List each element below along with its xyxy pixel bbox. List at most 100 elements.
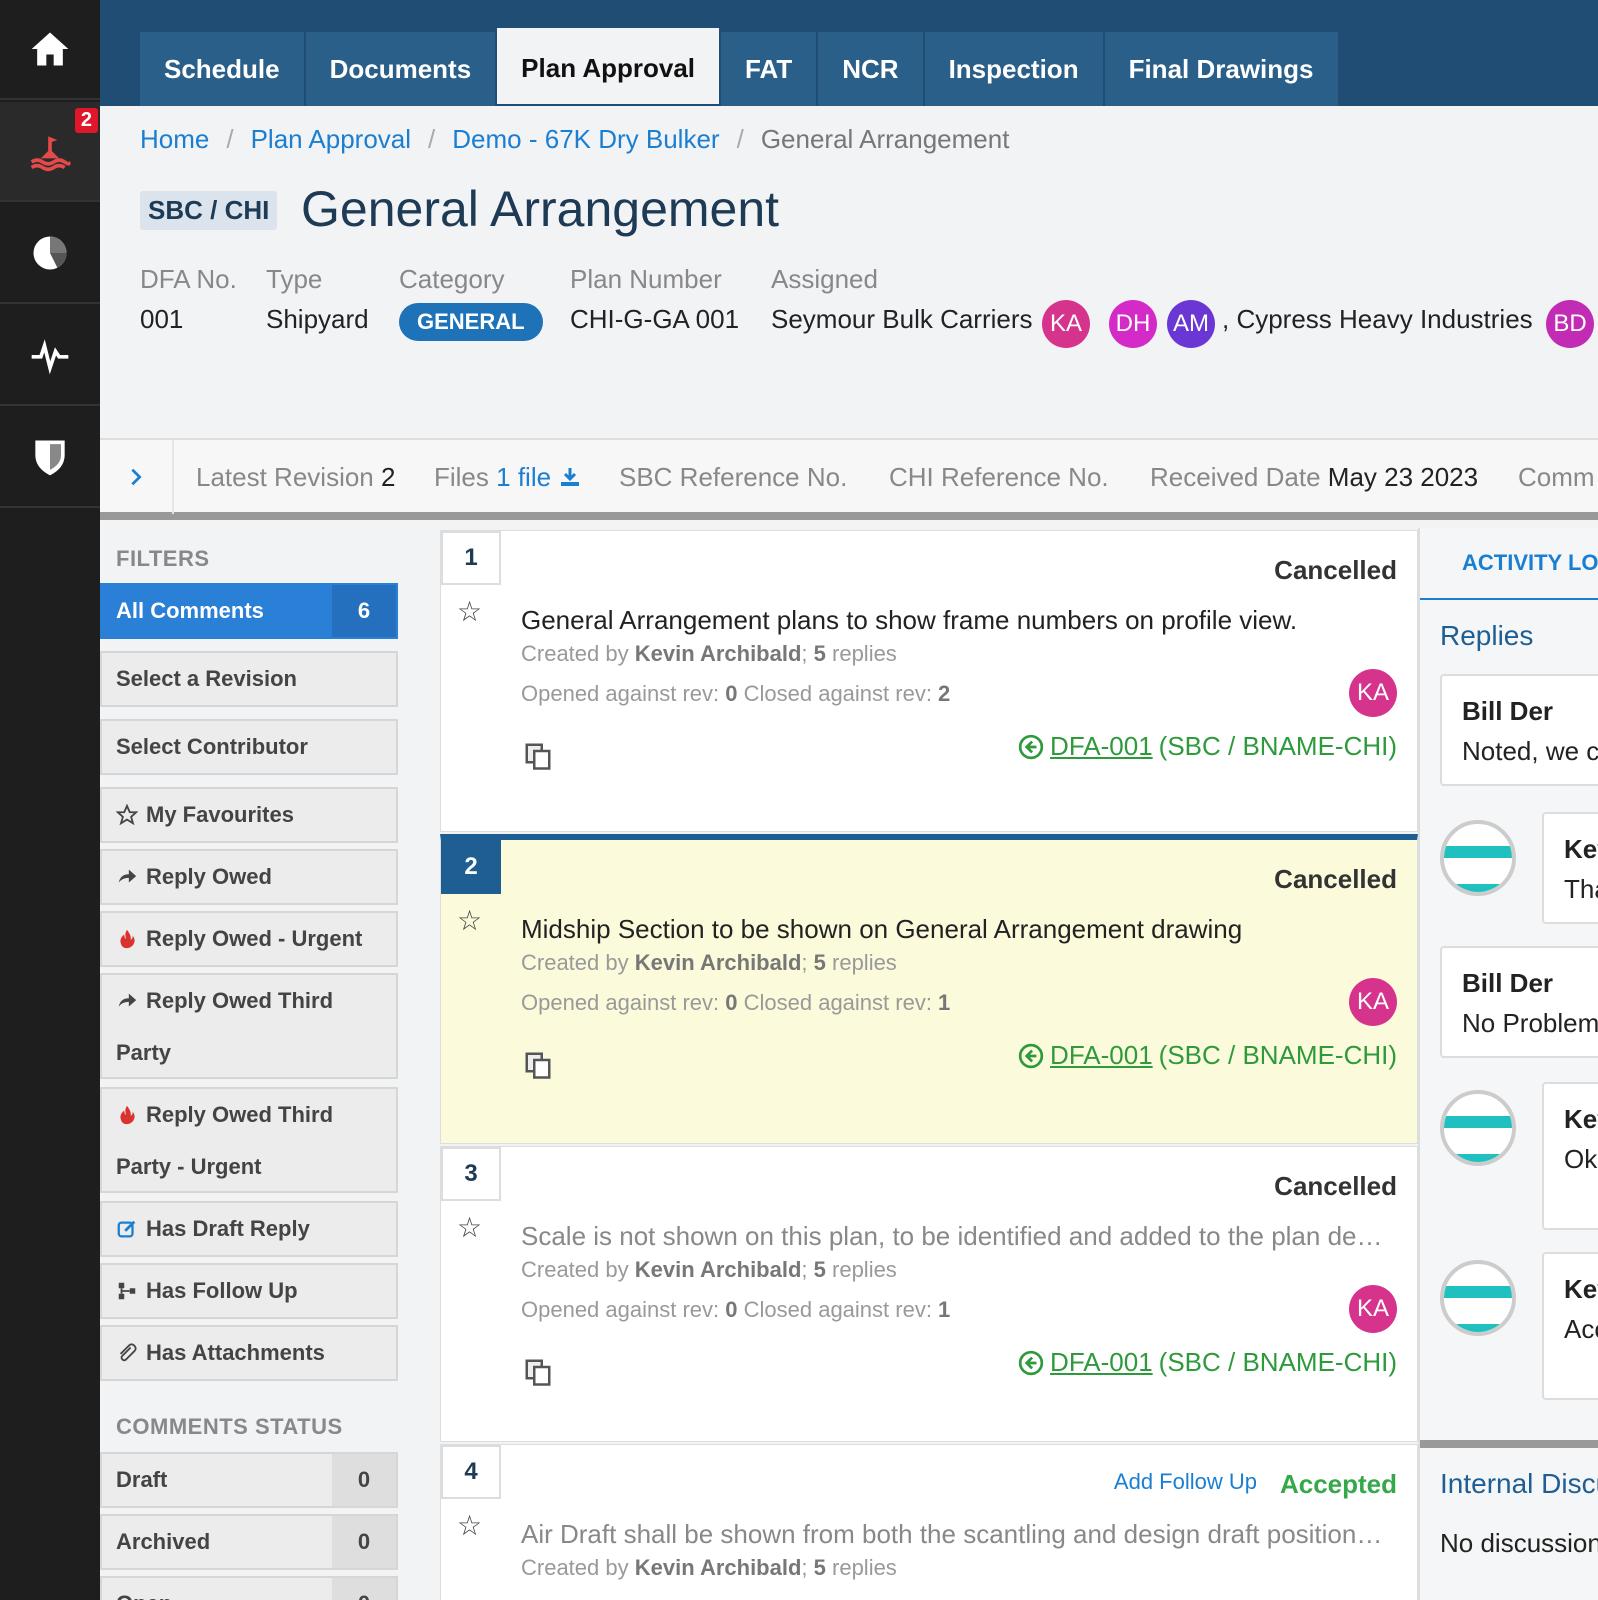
- favourite-star-icon[interactable]: ☆: [457, 904, 482, 937]
- comment-card[interactable]: 2 ☆ Cancelled Midship Section to be show…: [440, 834, 1418, 1144]
- favourite-star-icon[interactable]: ☆: [457, 1509, 482, 1542]
- copy-icon[interactable]: [523, 1357, 553, 1387]
- avatar[interactable]: KA: [1042, 300, 1090, 348]
- filter-reply-owed-urgent[interactable]: Reply Owed - Urgent: [100, 911, 398, 967]
- tab-final-drawings[interactable]: Final Drawings: [1104, 32, 1340, 106]
- assigned-org-1: Seymour Bulk Carriers: [771, 304, 1033, 334]
- avatar[interactable]: DH: [1109, 300, 1157, 348]
- filter-my-favourites[interactable]: My Favourites: [100, 787, 398, 843]
- tab-schedule[interactable]: Schedule: [140, 32, 306, 106]
- comment-number: 4: [441, 1445, 501, 1499]
- status-label: Draft: [116, 1467, 168, 1492]
- activity-panel: ACTIVITY LO Replies Bill Der Noted, we c…: [1418, 528, 1598, 1600]
- filter-label: Has Follow Up: [146, 1278, 298, 1303]
- filter-label: Has Draft Reply: [146, 1216, 310, 1241]
- buoy-icon: [30, 136, 71, 172]
- comment-status: Cancelled: [1274, 555, 1397, 585]
- filter-label: Reply Owed - Urgent: [146, 926, 363, 951]
- add-follow-up-link[interactable]: Add Follow Up: [1114, 1469, 1257, 1495]
- notification-badge: 2: [74, 108, 98, 133]
- dfa-label: DFA No.: [140, 264, 237, 294]
- filter-label: Reply Owed: [146, 864, 272, 889]
- rail-vessel[interactable]: 2: [0, 102, 100, 202]
- reply-entry[interactable]: Bill Der Noted, we c: [1440, 674, 1598, 786]
- filter-label: Reply Owed Third: [146, 988, 334, 1013]
- avatar[interactable]: AM: [1167, 300, 1215, 348]
- filter-has-follow-up[interactable]: Has Follow Up: [100, 1263, 398, 1319]
- rail-home[interactable]: [0, 0, 100, 100]
- avatar[interactable]: BD: [1546, 300, 1594, 348]
- tab-fat[interactable]: FAT: [721, 32, 819, 106]
- edit-icon: [117, 1220, 136, 1238]
- copy-icon[interactable]: [523, 1050, 553, 1080]
- comment-number: 3: [441, 1147, 501, 1201]
- favourite-star-icon[interactable]: ☆: [457, 1211, 482, 1244]
- filter-has-attachments[interactable]: Has Attachments: [100, 1325, 398, 1381]
- comment-title[interactable]: General Arrangement plans to show frame …: [521, 605, 1401, 636]
- status-archived[interactable]: Archived 0: [100, 1514, 398, 1570]
- status-draft[interactable]: Draft 0: [100, 1452, 398, 1508]
- revision-bar: Latest Revision 2 Files 1 file SBC Refer…: [100, 438, 1598, 520]
- reply-entry[interactable]: Bill Der No Problem: [1440, 946, 1598, 1058]
- circle-arrow-left-icon: [1018, 734, 1044, 759]
- comments-column: Comm: [1518, 462, 1595, 492]
- download-icon[interactable]: [558, 465, 582, 489]
- received-date: Received Date May 23 2023: [1150, 462, 1479, 492]
- reply-author: Kev: [1564, 1274, 1598, 1304]
- tab-ncr[interactable]: NCR: [818, 32, 925, 106]
- comment-number: 2: [441, 840, 501, 894]
- comment-reference[interactable]: DFA-001 (SBC / BNAME-CHI): [1018, 1347, 1397, 1378]
- tab-inspection[interactable]: Inspection: [924, 32, 1105, 106]
- filter-reply-owed[interactable]: Reply Owed: [100, 849, 398, 905]
- status-open[interactable]: Open 0: [100, 1576, 398, 1600]
- expand-toggle[interactable]: [100, 440, 174, 514]
- filter-label: Has Attachments: [146, 1340, 325, 1365]
- comment-title[interactable]: Midship Section to be shown on General A…: [521, 914, 1401, 945]
- rail-security[interactable]: [0, 408, 100, 508]
- rail-activity[interactable]: [0, 306, 100, 406]
- reply-entry[interactable]: Kev Acc: [1542, 1252, 1598, 1400]
- reply-entry[interactable]: Kev Tha: [1542, 812, 1598, 924]
- avatar[interactable]: KA: [1349, 1285, 1397, 1333]
- top-navigation: Schedule Documents Plan Approval FAT NCR…: [100, 0, 1598, 106]
- filter-reply-owed-third-party[interactable]: Reply Owed Third Party: [100, 973, 398, 1079]
- tab-activity-log[interactable]: ACTIVITY LO: [1462, 550, 1598, 576]
- files-link[interactable]: 1 file: [496, 462, 551, 492]
- filter-all-comments[interactable]: All Comments 6: [100, 583, 398, 639]
- tab-plan-approval[interactable]: Plan Approval: [497, 28, 722, 104]
- breadcrumb-plan-approval[interactable]: Plan Approval: [251, 124, 411, 155]
- tab-documents[interactable]: Documents: [305, 32, 498, 106]
- filter-select-revision[interactable]: Select a Revision: [100, 651, 398, 707]
- comment-title[interactable]: Scale is not shown on this plan, to be i…: [521, 1221, 1401, 1252]
- breadcrumb-project[interactable]: Demo - 67K Dry Bulker: [452, 124, 719, 155]
- reply-author: Kev: [1564, 834, 1598, 864]
- comment-created: Created by Kevin Archibald; 5 replies: [521, 641, 897, 666]
- avatar[interactable]: KA: [1349, 978, 1397, 1026]
- avatar[interactable]: KA: [1349, 669, 1397, 717]
- reply-text: Acc: [1564, 1314, 1598, 1344]
- org-tag: SBC / CHI: [140, 191, 278, 230]
- copy-icon[interactable]: [523, 741, 553, 771]
- reply-entry[interactable]: Kev Ok.: [1542, 1082, 1598, 1230]
- reply-arrow-icon: [118, 993, 137, 1007]
- comment-card[interactable]: 3 ☆ Cancelled Scale is not shown on this…: [440, 1146, 1418, 1442]
- comment-status: Accepted: [1279, 1469, 1397, 1499]
- filter-has-draft-reply[interactable]: Has Draft Reply: [100, 1201, 398, 1257]
- filter-count: 6: [332, 585, 396, 637]
- comment-created: Created by Kevin Archibald; 5 replies: [521, 1257, 897, 1282]
- comment-card[interactable]: 4 ☆ Add Follow Up Accepted Air Draft sha…: [440, 1444, 1418, 1600]
- files: Files 1 file: [434, 462, 582, 493]
- filter-reply-owed-third-party-urgent[interactable]: Reply Owed Third Party - Urgent: [100, 1087, 398, 1193]
- comment-reference[interactable]: DFA-001 (SBC / BNAME-CHI): [1018, 731, 1397, 762]
- comment-title[interactable]: Air Draft shall be shown from both the s…: [521, 1519, 1401, 1550]
- comment-reference[interactable]: DFA-001 (SBC / BNAME-CHI): [1018, 1040, 1397, 1071]
- paperclip-icon: [119, 1343, 137, 1362]
- comment-card[interactable]: 1 ☆ Cancelled General Arrangement plans …: [440, 530, 1418, 832]
- rail-reports[interactable]: [0, 204, 100, 304]
- favourite-star-icon[interactable]: ☆: [457, 595, 482, 628]
- circle-arrow-left-icon: [1018, 1043, 1044, 1068]
- breadcrumb-home[interactable]: Home: [140, 124, 209, 155]
- breadcrumb-separator: /: [736, 124, 744, 154]
- filter-select-contributor[interactable]: Select Contributor: [100, 719, 398, 775]
- category-pill: GENERAL: [399, 303, 543, 341]
